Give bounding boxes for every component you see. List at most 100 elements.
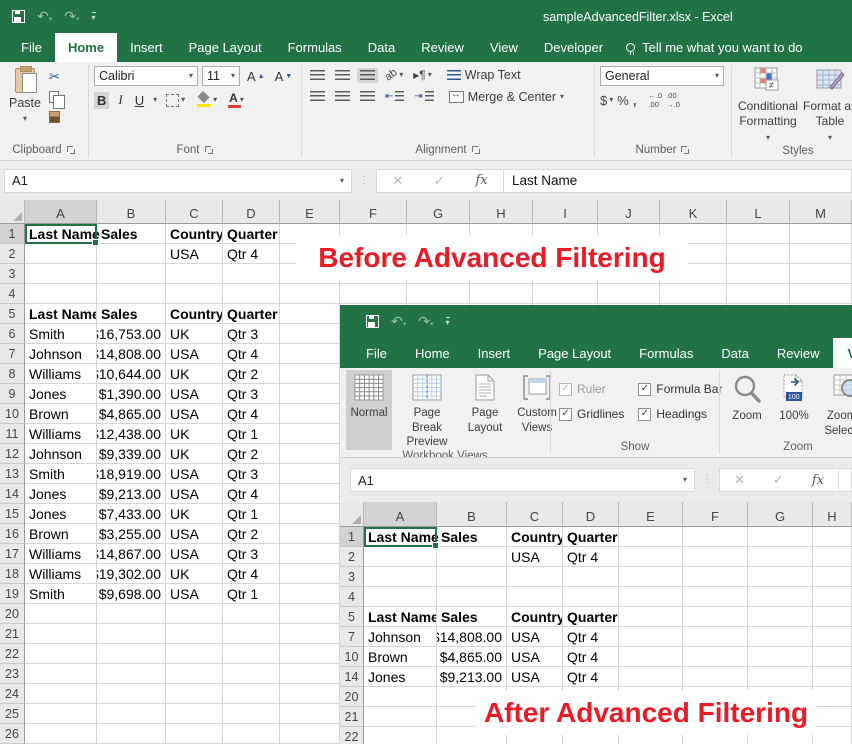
cell-A8[interactable]: Williams <box>25 364 97 384</box>
cell-C14[interactable]: USA <box>166 484 223 504</box>
decrease-font-size-button[interactable]: A▼ <box>272 68 296 85</box>
cell-D11[interactable]: Qtr 1 <box>223 424 280 444</box>
cell-H14[interactable] <box>813 667 852 687</box>
cell-B14[interactable]: $9,213.00 <box>437 667 507 687</box>
number-format-select[interactable]: General▾ <box>600 66 724 86</box>
cell-D4[interactable] <box>563 587 619 607</box>
merge-center-button[interactable]: Merge & Center▾ <box>449 90 564 104</box>
cell-B5[interactable]: Sales <box>97 304 166 324</box>
cell-B13[interactable]: $18,919.00 <box>97 464 166 484</box>
cell-H5[interactable] <box>813 607 852 627</box>
cell-A11[interactable]: Williams <box>25 424 97 444</box>
font-color-button[interactable]: A▾ <box>226 91 247 109</box>
decrease-indent-button[interactable]: ⇤ <box>382 89 407 104</box>
cell-B3[interactable] <box>97 264 166 284</box>
column-header-B[interactable]: B <box>437 502 507 527</box>
cell-B11[interactable]: $12,438.00 <box>97 424 166 444</box>
row-header-25[interactable]: 25 <box>0 704 25 724</box>
cell-A20[interactable] <box>364 687 437 707</box>
cell-L2[interactable] <box>727 244 790 264</box>
cell-H10[interactable] <box>813 647 852 667</box>
row-header-13[interactable]: 13 <box>0 464 25 484</box>
cell-C24[interactable] <box>166 684 223 704</box>
cell-G4[interactable] <box>748 587 813 607</box>
row-header-12[interactable]: 12 <box>0 444 25 464</box>
cell-A6[interactable]: Smith <box>25 324 97 344</box>
cell-F2[interactable] <box>683 547 748 567</box>
cell-E21[interactable] <box>280 624 340 644</box>
cell-F4[interactable] <box>340 284 407 304</box>
row-header-10[interactable]: 10 <box>340 647 364 667</box>
column-header-A[interactable]: A <box>25 200 97 224</box>
checkbox-ruler[interactable]: ✓Ruler <box>559 382 624 396</box>
cell-B23[interactable] <box>97 664 166 684</box>
row-header-14[interactable]: 14 <box>0 484 25 504</box>
cell-A3[interactable] <box>364 567 437 587</box>
name-box[interactable]: A1▾ <box>350 468 695 492</box>
cell-A25[interactable] <box>25 704 97 724</box>
cell-E8[interactable] <box>280 364 340 384</box>
cell-C2[interactable]: USA <box>166 244 223 264</box>
cell-D10[interactable]: Qtr 4 <box>223 404 280 424</box>
cell-G4[interactable] <box>407 284 470 304</box>
column-header-E[interactable]: E <box>280 200 340 224</box>
column-header-M[interactable]: M <box>790 200 852 224</box>
row-header-20[interactable]: 20 <box>0 604 25 624</box>
borders-button[interactable]: ▾ <box>163 93 188 108</box>
cell-A14[interactable]: Jones <box>364 667 437 687</box>
cell-D1[interactable]: Quarter <box>223 224 280 244</box>
cell-B26[interactable] <box>97 724 166 744</box>
cell-A22[interactable] <box>364 727 437 744</box>
cell-C19[interactable]: USA <box>166 584 223 604</box>
tab-insert[interactable]: Insert <box>117 33 176 62</box>
cell-C1[interactable]: Country <box>507 527 563 547</box>
cell-E18[interactable] <box>280 564 340 584</box>
cell-A10[interactable]: Brown <box>364 647 437 667</box>
cell-B12[interactable]: $9,339.00 <box>97 444 166 464</box>
save-icon[interactable] <box>366 315 379 328</box>
column-header-G[interactable]: G <box>748 502 813 527</box>
cell-A2[interactable] <box>25 244 97 264</box>
cell-C20[interactable] <box>166 604 223 624</box>
cell-C1[interactable]: Country <box>166 224 223 244</box>
cell-C7[interactable]: USA <box>166 344 223 364</box>
cell-A3[interactable] <box>25 264 97 284</box>
cell-B2[interactable] <box>437 547 507 567</box>
clipboard-dialog-launcher[interactable] <box>67 146 76 155</box>
save-icon[interactable] <box>12 10 25 23</box>
cell-A4[interactable] <box>364 587 437 607</box>
column-header-G[interactable]: G <box>407 200 470 224</box>
cell-B20[interactable] <box>97 604 166 624</box>
cell-D1[interactable]: Quarter <box>563 527 619 547</box>
orientation-button[interactable]: ab▾ <box>382 67 406 83</box>
cell-C2[interactable]: USA <box>507 547 563 567</box>
cell-A15[interactable]: Jones <box>25 504 97 524</box>
cell-D2[interactable]: Qtr 4 <box>563 547 619 567</box>
cell-E7[interactable] <box>280 344 340 364</box>
cell-H20[interactable] <box>813 687 852 707</box>
cell-D22[interactable] <box>223 644 280 664</box>
format-painter-button[interactable] <box>49 108 65 125</box>
row-header-5[interactable]: 5 <box>0 304 25 324</box>
align-middle-button[interactable] <box>332 68 353 83</box>
row-header-6[interactable]: 6 <box>0 324 25 344</box>
cell-C26[interactable] <box>166 724 223 744</box>
cell-B4[interactable] <box>97 284 166 304</box>
cell-F3[interactable] <box>683 567 748 587</box>
column-header-H[interactable]: H <box>470 200 533 224</box>
row-header-2[interactable]: 2 <box>340 547 364 567</box>
cell-D8[interactable]: Qtr 2 <box>223 364 280 384</box>
cell-F5[interactable] <box>683 607 748 627</box>
cell-H21[interactable] <box>813 707 852 727</box>
cell-C12[interactable]: UK <box>166 444 223 464</box>
tab-review[interactable]: Review <box>763 338 834 368</box>
cell-E17[interactable] <box>280 544 340 564</box>
cell-C9[interactable]: USA <box>166 384 223 404</box>
checkbox-gridlines[interactable]: ✓Gridlines <box>559 407 624 421</box>
column-header-C[interactable]: C <box>166 200 223 224</box>
cell-E26[interactable] <box>280 724 340 744</box>
accounting-format-button[interactable]: $▾ <box>600 93 613 108</box>
cell-H4[interactable] <box>470 284 533 304</box>
conditional-formatting-button[interactable]: ≠ Conditional Formatting▾ <box>737 66 799 144</box>
cell-I4[interactable] <box>533 284 598 304</box>
